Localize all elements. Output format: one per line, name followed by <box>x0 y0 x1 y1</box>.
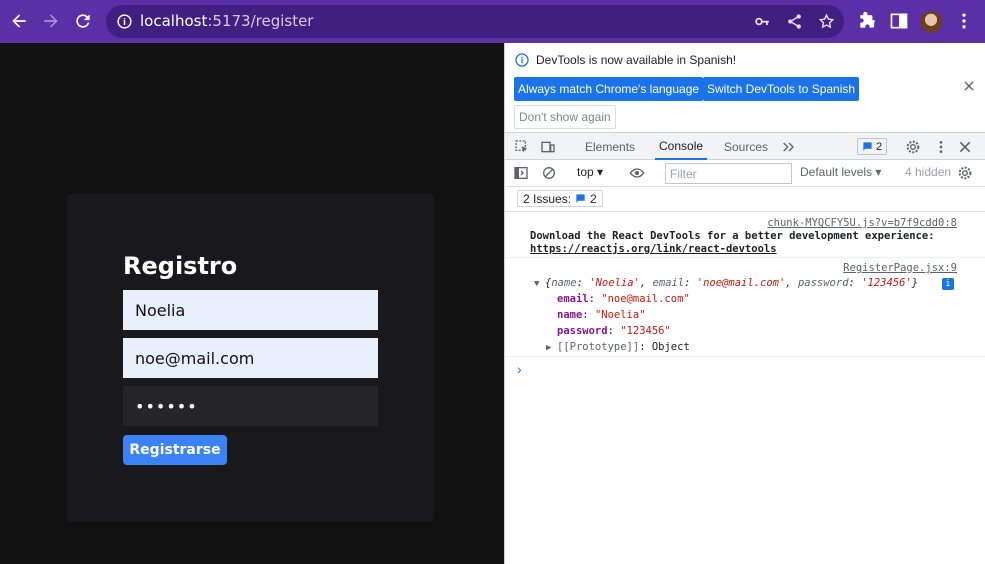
messages-count-badge[interactable]: 2 <box>857 138 887 155</box>
page-title: Registro <box>123 252 238 280</box>
profile-avatar[interactable] <box>920 11 942 33</box>
arrow-right-icon <box>44 14 58 28</box>
switch-language-button[interactable]: Switch DevTools to Spanish <box>703 77 860 101</box>
info-badge-icon: i <box>942 278 954 290</box>
log-text: Download the React DevTools for a better… <box>530 230 935 242</box>
console-message: RegisterPage.jsx:9 ▼ {name: 'Noelia', em… <box>505 259 985 357</box>
log-levels-dropdown[interactable]: Default levels ▾ <box>800 165 881 179</box>
console-prompt-chevron-icon[interactable]: › <box>517 361 522 377</box>
summary-key: password <box>797 277 849 289</box>
message-count: 2 <box>875 140 883 153</box>
issues-bar: 2 Issues: 2 <box>505 187 985 212</box>
app-viewport: Registro Noelia noe@mail.com •••••• Regi… <box>0 43 504 564</box>
forward-button[interactable] <box>39 9 63 33</box>
infobar-message: DevTools is now available in Spanish! <box>536 53 737 67</box>
bookmark-star-icon[interactable] <box>818 13 835 30</box>
more-options-icon[interactable] <box>933 139 949 155</box>
url-text: localhost:5173/register <box>140 12 314 30</box>
address-bar[interactable]: localhost:5173/register <box>106 5 844 38</box>
register-button[interactable]: Registrarse <box>123 435 227 465</box>
issues-label: 2 Issues: <box>523 191 572 206</box>
name-field[interactable]: Noelia <box>123 290 378 330</box>
console-settings-gear-icon[interactable] <box>957 165 973 181</box>
inspect-element-icon[interactable] <box>514 139 530 155</box>
hidden-count: 4 hidden <box>905 165 952 179</box>
site-info-icon[interactable] <box>116 13 133 30</box>
object-summary[interactable]: {name: 'Noelia', email: 'noe@mail.com', … <box>545 277 918 289</box>
issues-count: 2 <box>590 191 597 206</box>
property-key: email <box>557 293 589 305</box>
side-panel-icon[interactable] <box>889 11 909 31</box>
chevron-down-icon: ▾ <box>597 165 604 179</box>
eye-icon[interactable] <box>629 165 645 181</box>
chevron-down-icon: ▾ <box>875 165 882 179</box>
message-icon <box>576 194 585 203</box>
property-key: password <box>557 325 608 337</box>
browser-toolbar: localhost:5173/register <box>0 0 985 43</box>
summary-key: email <box>652 277 685 289</box>
close-devtools-icon[interactable] <box>957 139 973 155</box>
levels-label: Default levels <box>800 165 873 179</box>
prototype-key: [[Prototype]] <box>557 341 640 353</box>
expand-triangle-icon[interactable]: ▼ <box>534 279 539 289</box>
property-value: "Noelia" <box>594 309 646 321</box>
info-icon <box>515 53 529 67</box>
source-link[interactable]: chunk-MYQCFY5U.js?v=b7f9cdd0:8 <box>767 217 957 229</box>
password-field[interactable]: •••••• <box>123 386 378 426</box>
object-property: password: "123456" <box>557 325 671 337</box>
extensions-puzzle-icon[interactable] <box>857 11 877 31</box>
email-field[interactable]: noe@mail.com <box>123 338 378 378</box>
reload-icon <box>76 14 90 28</box>
settings-gear-icon[interactable] <box>905 139 921 155</box>
menu-kebab-icon[interactable] <box>954 11 974 31</box>
source-link[interactable]: RegisterPage.jsx:9 <box>843 262 957 274</box>
match-language-button[interactable]: Always match Chrome's language <box>514 77 704 101</box>
summary-value: '123456' <box>861 277 912 289</box>
clear-console-icon[interactable] <box>541 165 557 181</box>
back-button[interactable] <box>7 9 31 33</box>
close-icon[interactable] <box>962 79 976 93</box>
devtools-panel: DevTools is now available in Spanish! Al… <box>504 43 985 564</box>
message-icon <box>863 142 872 151</box>
dont-show-again-button[interactable]: Don't show again <box>514 105 616 129</box>
reload-button[interactable] <box>71 9 95 33</box>
summary-value: 'Noelia' <box>589 277 640 289</box>
key-icon[interactable] <box>754 13 771 30</box>
device-toolbar-icon[interactable] <box>540 139 556 155</box>
log-link[interactable]: https://reactjs.org/link/react-devtools <box>530 243 777 255</box>
object-property: name: "Noelia" <box>557 309 646 321</box>
tab-console[interactable]: Console <box>655 133 708 160</box>
property-value: "123456" <box>620 325 671 337</box>
property-key: name <box>557 309 583 321</box>
more-tabs-chevron-icon[interactable] <box>781 139 797 155</box>
register-card: Registro Noelia noe@mail.com •••••• Regi… <box>67 194 434 522</box>
context-label: top <box>577 165 594 179</box>
property-value: "noe@mail.com" <box>601 293 690 305</box>
console-message: chunk-MYQCFY5U.js?v=b7f9cdd0:8 Download … <box>505 212 985 258</box>
console-toolbar: top ▾ Filter Default levels ▾ 4 hidden <box>505 160 985 187</box>
issues-button[interactable]: 2 Issues: 2 <box>517 190 603 207</box>
share-icon[interactable] <box>786 13 803 30</box>
tab-sources[interactable]: Sources <box>720 133 772 160</box>
summary-value: 'noe@mail.com' <box>696 277 786 289</box>
collapse-triangle-icon[interactable]: ▶ <box>546 343 551 353</box>
sidebar-toggle-icon[interactable] <box>513 165 529 181</box>
object-property: email: "noe@mail.com" <box>557 293 690 305</box>
language-infobar: DevTools is now available in Spanish! Al… <box>505 43 985 132</box>
prototype-value: Object <box>651 341 690 353</box>
prototype-row[interactable]: [[Prototype]]: Object <box>557 341 690 353</box>
tab-elements[interactable]: Elements <box>581 133 639 160</box>
context-selector[interactable]: top ▾ <box>577 165 603 179</box>
summary-key: name <box>551 277 577 289</box>
devtools-tabbar: Elements Console Sources 2 <box>505 132 985 160</box>
arrow-left-icon <box>12 14 26 28</box>
filter-input[interactable]: Filter <box>665 163 792 184</box>
